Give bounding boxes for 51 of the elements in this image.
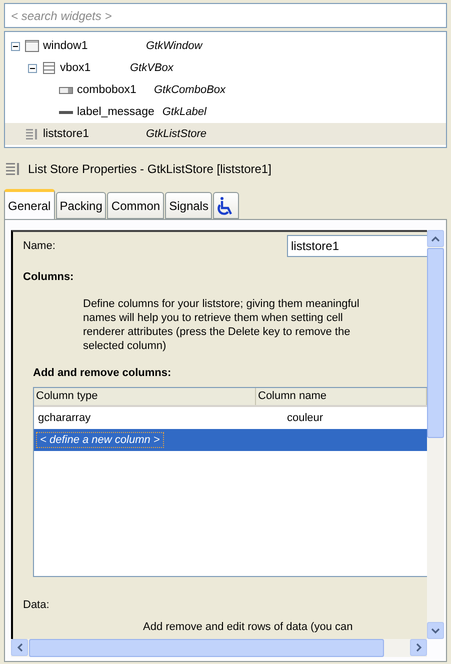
scroll-down-button[interactable]: [427, 622, 444, 639]
vertical-box-icon: [42, 62, 56, 74]
window-icon: [25, 40, 39, 52]
add-remove-heading: Add and remove columns:: [33, 367, 172, 379]
scroll-up-button[interactable]: [427, 230, 444, 247]
table-row[interactable]: < define a new column >: [34, 429, 427, 451]
chevron-up-icon: [431, 236, 440, 242]
tree-row[interactable]: label_message GtkLabel: [5, 101, 446, 123]
properties-title: List Store Properties - GtkListStore [liststore1]: [28, 162, 272, 176]
tab[interactable]: Common: [107, 192, 164, 219]
chevron-down-icon: [431, 628, 440, 634]
tab[interactable]: Packing: [56, 192, 106, 219]
widget-type: GtkComboBox: [154, 84, 226, 96]
chevron-left-icon: [16, 643, 22, 652]
widget-name: window1: [43, 40, 88, 52]
combo-box-icon: [59, 84, 73, 96]
tab[interactable]: Signals: [165, 192, 212, 219]
scroll-thumb[interactable]: [427, 248, 444, 438]
chevron-right-icon: [416, 643, 422, 652]
data-label: Data:: [23, 599, 50, 611]
collapse-icon[interactable]: [11, 42, 20, 50]
widget-type: GtkListStore: [146, 128, 207, 140]
widget-name: combobox1: [77, 84, 136, 96]
tree-row[interactable]: vbox1 GtkVBox: [5, 57, 446, 79]
new-column-placeholder: < define a new column >: [36, 432, 164, 448]
search-field[interactable]: < search widgets >: [4, 3, 447, 28]
widget-type: GtkLabel: [162, 106, 206, 118]
name-field[interactable]: liststore1: [287, 235, 427, 257]
widget-name: liststore1: [43, 128, 90, 140]
table-cell-text: gchararray: [37, 412, 92, 424]
list-icon: [25, 128, 39, 140]
tree-row[interactable]: window1 GtkWindow: [5, 35, 446, 57]
collapse-icon[interactable]: [28, 64, 37, 72]
tree-row[interactable]: combobox1 GtkComboBox: [5, 79, 446, 101]
widget-name: vbox1: [60, 62, 91, 74]
scroll-right-button[interactable]: [410, 639, 427, 656]
vertical-scrollbar[interactable]: [427, 230, 444, 639]
table-cell-text: couleur: [286, 412, 324, 424]
tree-row[interactable]: liststore1 GtkListStore: [5, 123, 446, 145]
name-label: Name:: [23, 240, 56, 252]
list-icon: [6, 162, 20, 176]
widget-type: GtkWindow: [146, 40, 202, 52]
accessibility-tab[interactable]: [213, 192, 240, 219]
widget-name: label_message: [77, 106, 154, 118]
column-header[interactable]: Column type: [34, 388, 256, 405]
columns-heading: Columns:: [23, 271, 75, 283]
scroll-left-button[interactable]: [11, 639, 28, 656]
data-description: Add remove and edit rows of data (you can: [143, 621, 354, 633]
tab[interactable]: General: [4, 189, 55, 219]
columns-description: Define columns for your liststore; giving them meaningful names will help you to retrieve them when setting cell renderer attributes (press the Delete key to remove the selected column): [83, 297, 360, 353]
widget-type: GtkVBox: [130, 62, 174, 74]
